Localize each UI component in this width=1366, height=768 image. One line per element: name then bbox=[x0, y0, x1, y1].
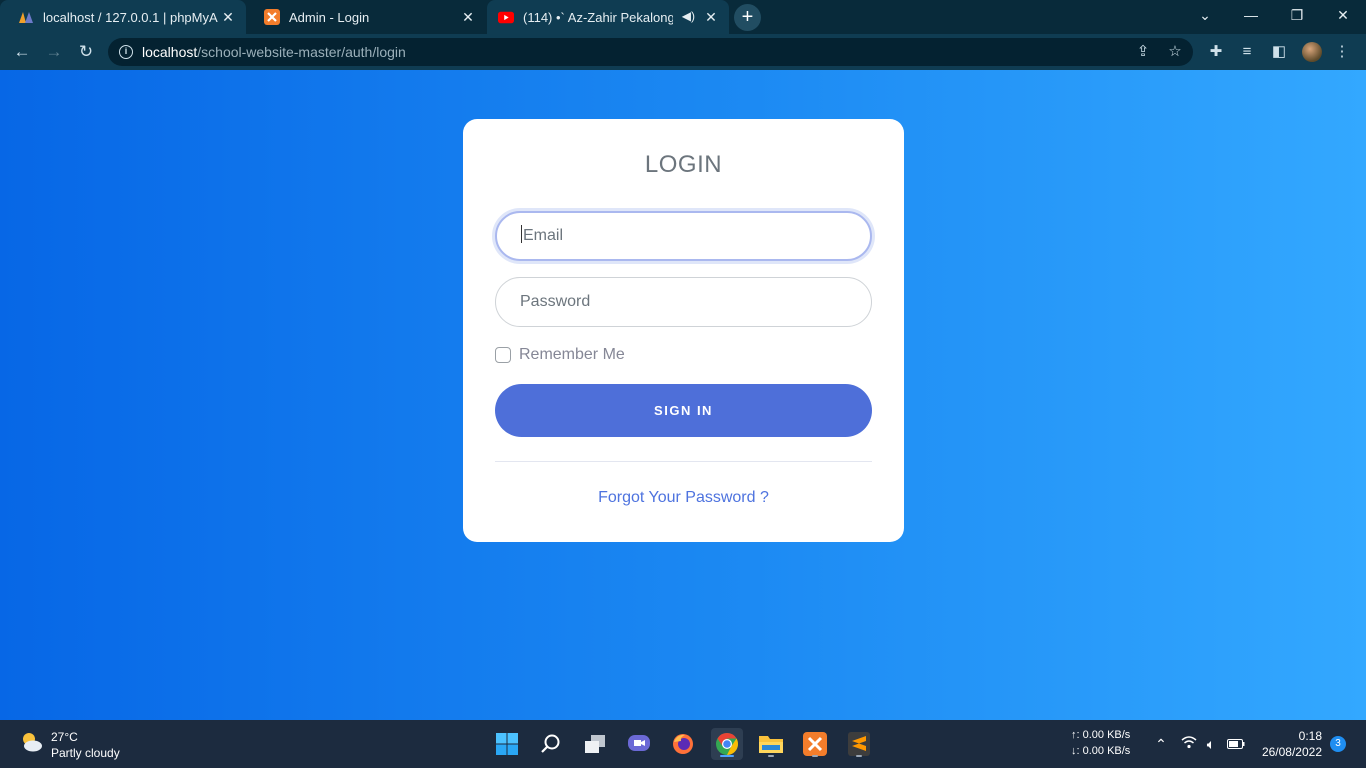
task-view-button[interactable] bbox=[579, 728, 611, 760]
sublime-icon bbox=[848, 732, 870, 756]
url-host: localhost bbox=[142, 44, 198, 60]
download-speed: ↓: 0.00 KB/s bbox=[1071, 745, 1131, 757]
running-indicator bbox=[768, 755, 774, 757]
tab-title: localhost / 127.0.0.1 | phpMyAdm bbox=[43, 9, 218, 25]
menu-icon[interactable]: ⋮ bbox=[1333, 43, 1351, 61]
firefox-button[interactable] bbox=[667, 728, 699, 760]
chevron-up-icon[interactable]: ⌃ bbox=[1151, 734, 1171, 754]
info-icon[interactable]: i bbox=[119, 45, 133, 59]
reload-icon[interactable]: ↻ bbox=[75, 41, 97, 63]
minimize-icon[interactable]: — bbox=[1228, 0, 1274, 30]
url-text[interactable]: localhost/school-website-master/auth/log… bbox=[142, 44, 406, 60]
weather-temp[interactable]: 27°C bbox=[51, 730, 78, 744]
remember-me[interactable]: Remember Me bbox=[495, 346, 625, 364]
chrome-button[interactable] bbox=[711, 728, 743, 760]
upload-speed: ↑: 0.00 KB/s bbox=[1071, 729, 1131, 741]
profile-avatar[interactable] bbox=[1302, 42, 1322, 62]
battery-icon[interactable] bbox=[1226, 734, 1246, 754]
xampp-icon bbox=[264, 9, 280, 25]
start-button[interactable] bbox=[491, 728, 523, 760]
windows-icon bbox=[496, 733, 518, 755]
xampp-icon bbox=[803, 732, 827, 756]
chrome-icon bbox=[716, 733, 738, 755]
chat-icon bbox=[628, 735, 650, 751]
password-placeholder: Password bbox=[520, 293, 591, 310]
restore-icon[interactable]: ❐ bbox=[1274, 0, 1320, 30]
notification-badge[interactable]: 3 bbox=[1330, 736, 1346, 752]
extensions-icon[interactable]: ✚ bbox=[1207, 43, 1225, 61]
clock-time[interactable]: 0:18 bbox=[1299, 729, 1322, 743]
back-icon[interactable]: ← bbox=[11, 41, 33, 63]
sign-in-button[interactable]: SIGN IN bbox=[495, 384, 872, 437]
phpmyadmin-icon bbox=[18, 9, 34, 25]
forward-icon[interactable]: → bbox=[43, 41, 65, 63]
tab-admin-login[interactable]: Admin - Login ✕ bbox=[246, 0, 486, 34]
partly-cloudy-icon[interactable] bbox=[19, 730, 45, 754]
login-card: LOGIN Email Password Remember Me SIGN IN… bbox=[463, 119, 904, 542]
clock-date[interactable]: 26/08/2022 bbox=[1262, 745, 1322, 759]
xampp-button[interactable] bbox=[799, 728, 831, 760]
tab-title: (114) •` Az-Zahir Pekalongan bbox=[523, 9, 673, 25]
divider bbox=[495, 461, 872, 462]
speaker-icon[interactable]: ◀) bbox=[682, 9, 695, 23]
search-button[interactable] bbox=[535, 728, 567, 760]
weather-desc[interactable]: Partly cloudy bbox=[51, 746, 120, 760]
email-placeholder: Email bbox=[523, 227, 564, 244]
running-indicator bbox=[812, 755, 818, 757]
active-indicator bbox=[720, 755, 734, 757]
teams-chat-button[interactable] bbox=[623, 728, 655, 760]
close-icon[interactable]: ✕ bbox=[703, 9, 719, 25]
address-bar[interactable]: i localhost/school-website-master/auth/l… bbox=[108, 38, 1193, 66]
search-icon bbox=[541, 734, 560, 753]
media-icon[interactable]: ≡ bbox=[1238, 43, 1256, 61]
tab-search-icon[interactable]: ⌄ bbox=[1182, 0, 1228, 30]
close-icon[interactable]: ✕ bbox=[460, 9, 476, 25]
star-icon[interactable]: ☆ bbox=[1166, 43, 1184, 61]
task-view-icon bbox=[585, 735, 605, 753]
remember-label: Remember Me bbox=[519, 346, 625, 363]
remember-checkbox[interactable] bbox=[495, 347, 511, 363]
url-path: /school-website-master/auth/login bbox=[197, 44, 406, 60]
text-caret bbox=[521, 225, 522, 243]
forgot-password-link[interactable]: Forgot Your Password ? bbox=[463, 489, 904, 507]
email-field[interactable]: Email bbox=[495, 211, 872, 261]
new-tab-button[interactable]: + bbox=[734, 4, 761, 31]
close-icon[interactable]: ✕ bbox=[220, 9, 236, 25]
side-panel-icon[interactable]: ◧ bbox=[1270, 43, 1288, 61]
file-explorer-button[interactable] bbox=[755, 728, 787, 760]
password-field[interactable]: Password bbox=[495, 277, 872, 327]
firefox-icon bbox=[673, 734, 693, 754]
tab-phpmyadmin[interactable]: localhost / 127.0.0.1 | phpMyAdm ✕ bbox=[0, 0, 246, 34]
sublime-button[interactable] bbox=[843, 728, 875, 760]
volume-icon[interactable]: 🔈︎ bbox=[1201, 734, 1221, 754]
youtube-icon bbox=[498, 9, 514, 25]
folder-icon bbox=[759, 736, 783, 753]
wifi-icon[interactable] bbox=[1179, 734, 1199, 754]
running-indicator bbox=[856, 755, 862, 757]
taskbar: 27°C Partly cloudy ↑: 0.00 KB/s ↓: 0.00 … bbox=[0, 720, 1366, 768]
tab-youtube[interactable]: (114) •` Az-Zahir Pekalongan ◀) ✕ bbox=[487, 0, 729, 34]
tab-strip: localhost / 127.0.0.1 | phpMyAdm ✕ Admin… bbox=[0, 0, 1366, 34]
login-page: LOGIN Email Password Remember Me SIGN IN… bbox=[0, 70, 1366, 720]
share-icon[interactable]: ⇪ bbox=[1134, 43, 1152, 61]
browser-toolbar: ← → ↻ i localhost/school-website-master/… bbox=[0, 34, 1366, 70]
login-title: LOGIN bbox=[644, 151, 723, 178]
tab-title: Admin - Login bbox=[289, 9, 370, 25]
close-window-icon[interactable]: ✕ bbox=[1320, 0, 1366, 30]
